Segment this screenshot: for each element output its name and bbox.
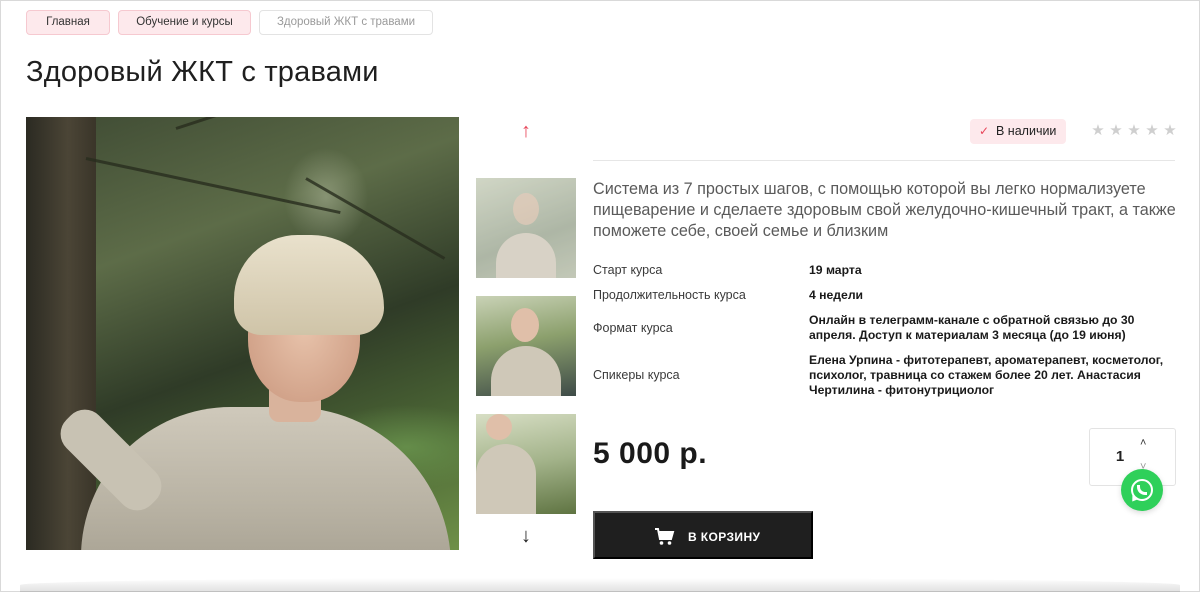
divider	[593, 160, 1175, 161]
thumb-figure-head	[511, 308, 539, 342]
add-to-cart-button[interactable]: В КОРЗИНУ	[593, 511, 813, 559]
thumb-figure-body	[496, 233, 556, 278]
rating-stars[interactable]: ★ ★ ★ ★ ★	[1089, 122, 1179, 140]
thumb-figure-head	[486, 414, 512, 440]
product-description: Система из 7 простых шагов, с помощью ко…	[593, 180, 1176, 240]
thumbnail-1[interactable]	[476, 178, 576, 278]
stock-label: В наличии	[996, 124, 1057, 138]
check-icon: ✓	[979, 124, 990, 138]
quantity-value[interactable]: 1	[1113, 448, 1127, 465]
breadcrumb-current: Здоровый ЖКТ с травами	[259, 10, 433, 35]
star-icon[interactable]: ★	[1125, 122, 1143, 140]
thumb-figure-body	[491, 346, 561, 396]
cart-icon	[655, 528, 675, 545]
thumbnail-2[interactable]	[476, 296, 576, 396]
page-title: Здоровый ЖКТ с травами	[26, 56, 379, 88]
add-to-cart-label: В КОРЗИНУ	[688, 530, 761, 544]
footer-shadow	[20, 578, 1180, 592]
star-icon[interactable]: ★	[1089, 122, 1107, 140]
whatsapp-chat-button[interactable]	[1121, 469, 1163, 511]
property-value-duration: 4 недели	[809, 288, 864, 302]
thumbnail-3[interactable]	[476, 414, 576, 514]
star-icon[interactable]: ★	[1107, 122, 1125, 140]
thumbs-up-arrow-icon[interactable]: ↑	[516, 121, 536, 141]
property-label-speakers: Спикеры курса	[593, 368, 680, 382]
chevron-up-icon[interactable]: ˄	[1140, 437, 1146, 449]
property-label-duration: Продолжительность курса	[593, 288, 746, 302]
property-label-start: Старт курса	[593, 263, 663, 277]
star-icon[interactable]: ★	[1143, 122, 1161, 140]
stock-badge: ✓ В наличии	[970, 119, 1067, 144]
photo-hair	[234, 235, 384, 335]
property-value-format: Онлайн в телеграмм-канале с обратной свя…	[809, 313, 1135, 342]
breadcrumb-courses[interactable]: Обучение и курсы	[118, 10, 251, 35]
property-value-speakers: Елена Урпина - фитотерапевт, ароматерапе…	[809, 353, 1164, 397]
photo-branch	[175, 117, 386, 130]
photo-branch	[85, 157, 341, 215]
product-price: 5 000 р.	[593, 437, 708, 470]
product-main-image[interactable]	[26, 117, 459, 550]
breadcrumb-home[interactable]: Главная	[26, 10, 110, 35]
thumb-figure-head	[513, 193, 539, 225]
star-icon[interactable]: ★	[1161, 122, 1179, 140]
thumb-figure-body	[476, 444, 536, 514]
photo-tree-trunk	[26, 117, 96, 550]
thumbs-down-arrow-icon[interactable]: ↓	[516, 526, 536, 546]
property-label-format: Формат курса	[593, 321, 673, 335]
property-value-start: 19 марта	[809, 263, 862, 277]
